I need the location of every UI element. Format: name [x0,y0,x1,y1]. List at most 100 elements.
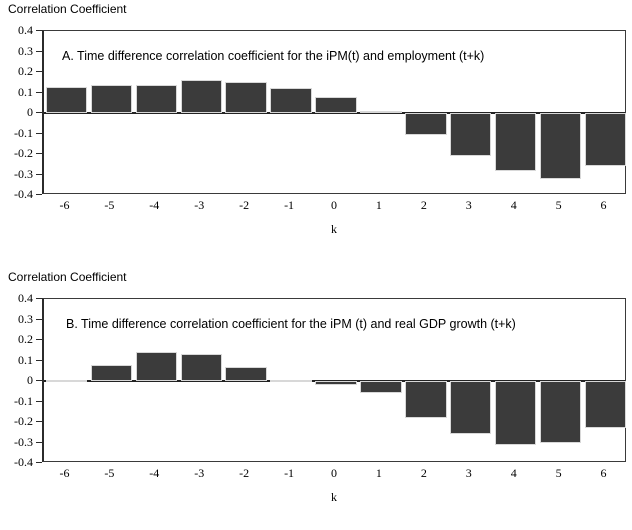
ytick-label: 0 [27,373,33,387]
xtick-label: 4 [510,198,517,212]
xtick-label: 0 [331,466,337,480]
xtick-label: 3 [465,466,472,480]
xtick-label: -5 [104,198,115,212]
chart-panel-b: Correlation Coefficient 0.4 0.3 0.2 0.1 0 -0.… [0,262,632,530]
ytick-label: -0.2 [14,146,33,160]
bar [495,381,537,445]
ytick-label: -0.3 [14,166,33,181]
panel-b-ytick-labels: 0.4 0.3 0.2 0.1 0 -0.1 -0.2 -0.3 -0.4 [0,292,33,468]
bar [45,379,88,382]
xtick-label: -1 [284,466,295,480]
panel-a-yaxis-caption: Correlation Coefficient [8,2,127,16]
xtick-label: -2 [239,466,250,480]
ytick-label: -0.3 [14,434,33,449]
xtick-label: 1 [375,466,382,480]
xtick-label: 3 [465,198,472,212]
ytick-mark [36,30,42,31]
bar [135,85,177,113]
ytick-mark [36,359,42,361]
panel-a-plot-area: A. Time difference correlation coefficie… [42,30,627,194]
panel-b-yaxis-caption: Correlation Coefficient [8,270,127,284]
bar [450,381,492,435]
ytick-label: 0.2 [18,64,33,78]
xtick-label: -4 [149,198,160,212]
bar [90,85,133,113]
ytick-mark [36,298,42,299]
ytick-mark [36,339,42,340]
xtick-label: 6 [600,466,607,480]
ytick-mark [36,462,42,463]
ytick-label: -0.1 [14,393,33,408]
ytick-mark [36,50,42,52]
bar [495,113,537,172]
ytick-label: 0 [27,105,33,119]
ytick-label: -0.4 [14,187,33,201]
ytick-mark [36,71,42,72]
ytick-label: -0.4 [14,455,33,469]
panel-a-ytick-labels: 0.4 0.3 0.2 0.1 0 -0.1 -0.2 -0.3 -0.4 [0,24,33,200]
bar [450,113,492,157]
panel-b-xaxis-title: k [331,490,337,504]
panel-a-xaxis-title: k [331,222,337,236]
bar [180,354,222,381]
xtick-label: -6 [59,198,70,212]
ytick-mark [36,132,42,134]
bar [225,82,267,113]
ytick-label: 0.3 [18,43,33,58]
ytick-label: 0.4 [18,291,33,305]
bar [135,352,177,381]
ytick-mark [36,421,42,422]
xtick-label: 2 [420,466,427,480]
panel-b-bars [44,299,627,461]
xtick-label: 2 [420,198,427,212]
xtick-label: -3 [194,198,205,212]
ytick-mark [36,112,42,113]
bar [584,113,627,167]
ytick-mark [36,91,42,93]
ytick-mark [36,441,42,443]
bar [405,113,447,135]
bar [45,87,88,113]
xtick-label: 5 [555,466,562,480]
panel-b-xtick-labels: -6 -5 -4 -3 -2 -1 0 1 2 3 4 5 6 [42,466,626,486]
bar [225,366,267,381]
ytick-mark [36,318,42,320]
ytick-mark [36,153,42,154]
bar [270,379,312,382]
xtick-label: 5 [555,198,562,212]
panel-b-plot-area: B. Time difference correlation coefficie… [42,298,627,462]
bar [270,88,312,113]
bar [360,381,402,394]
xtick-label: 6 [600,198,607,212]
ytick-label: -0.1 [14,125,33,140]
bar [180,80,222,113]
panel-a-bars [44,31,627,193]
xtick-label: -1 [284,198,295,212]
xtick-label: 0 [331,198,337,212]
xtick-label: -5 [104,466,115,480]
ytick-mark [36,173,42,175]
xtick-label: 1 [375,198,382,212]
bar [315,96,357,113]
ytick-label: -0.2 [14,414,33,428]
bar [405,381,447,418]
bar [539,113,582,179]
ytick-label: 0.1 [18,84,33,99]
xtick-label: -3 [194,466,205,480]
bar [360,110,402,113]
ytick-mark [36,380,42,381]
xtick-label: 4 [510,466,517,480]
xtick-label: -2 [239,198,250,212]
panel-a-xtick-labels: -6 -5 -4 -3 -2 -1 0 1 2 3 4 5 6 [42,198,626,218]
bar [90,364,133,381]
xtick-label: -6 [59,466,70,480]
ytick-mark [36,194,42,195]
chart-panel-a: Correlation Coefficient 0.4 0.3 0.2 0.1 0 -0.… [0,0,632,262]
ytick-label: 0.1 [18,352,33,367]
ytick-mark [36,400,42,402]
ytick-label: 0.2 [18,332,33,346]
xtick-label: -4 [149,466,160,480]
ytick-label: 0.4 [18,23,33,37]
bar [584,381,627,429]
ytick-label: 0.3 [18,311,33,326]
